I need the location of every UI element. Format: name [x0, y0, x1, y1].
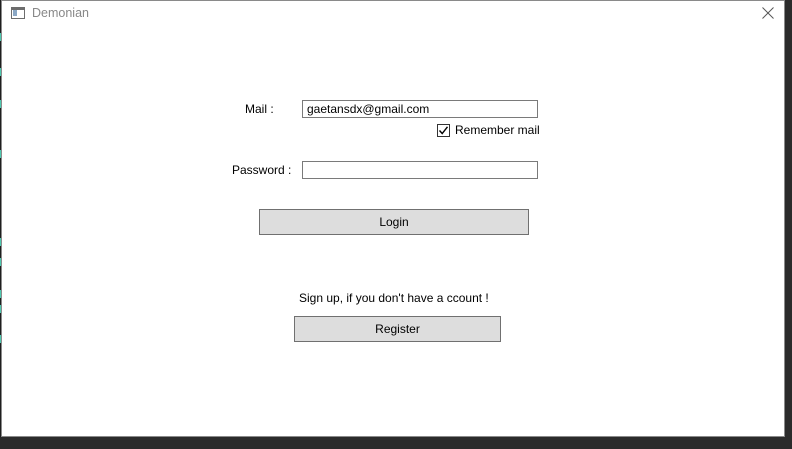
- remember-mail-label[interactable]: Remember mail: [455, 123, 540, 137]
- checkmark-icon: [438, 126, 449, 135]
- window-shadow-right: [785, 0, 792, 449]
- login-window: Demonian Mail : Remember mail Password :…: [1, 0, 785, 437]
- close-icon: [762, 7, 774, 19]
- app-window-icon: [11, 7, 25, 19]
- mail-field[interactable]: [302, 100, 538, 118]
- signup-prompt-text: Sign up, if you don't have a ccount !: [299, 291, 489, 305]
- window-title: Demonian: [32, 6, 89, 20]
- window-shadow-bottom: [0, 437, 792, 449]
- title-bar[interactable]: Demonian: [2, 1, 784, 27]
- password-label: Password :: [232, 163, 292, 177]
- mail-label: Mail :: [245, 102, 274, 116]
- remember-mail-checkbox[interactable]: [437, 124, 450, 137]
- close-button[interactable]: [752, 1, 784, 27]
- login-button[interactable]: Login: [259, 209, 529, 235]
- password-field[interactable]: [302, 161, 538, 179]
- register-button[interactable]: Register: [294, 316, 501, 342]
